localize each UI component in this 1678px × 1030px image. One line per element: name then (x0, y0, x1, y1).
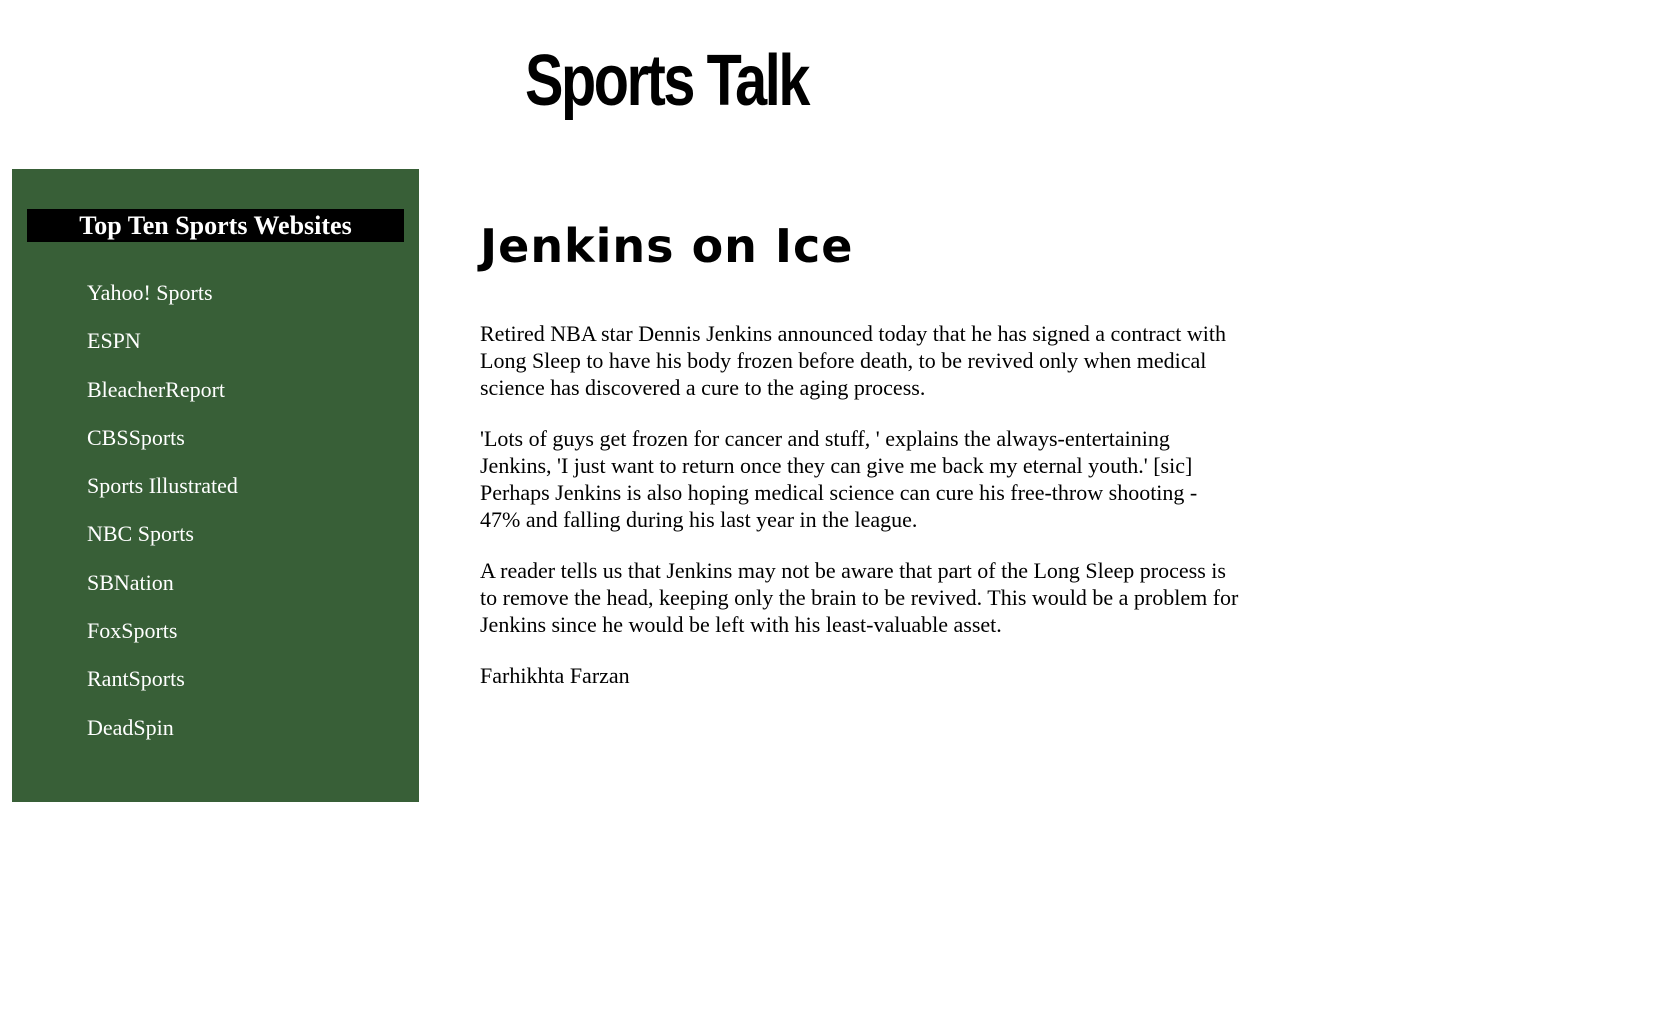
article-paragraph: A reader tells us that Jenkins may not b… (480, 558, 1239, 637)
sidebar-link-nbc-sports[interactable]: NBC Sports (12, 510, 238, 558)
site-title: Sports Talk (525, 41, 810, 121)
article-paragraph: Retired NBA star Dennis Jenkins announce… (480, 321, 1226, 400)
article-author: Farhikhta Farzan (480, 663, 630, 688)
sidebar-link-sbnation[interactable]: SBNation (12, 559, 238, 607)
sidebar-link-deadspin[interactable]: DeadSpin (12, 704, 238, 752)
sidebar-link-rantsports[interactable]: RantSports (12, 655, 238, 703)
sidebar-link-yahoo-sports[interactable]: Yahoo! Sports (12, 269, 238, 317)
article-title: Jenkins on Ice (480, 219, 854, 273)
sidebar-link-sports-illustrated[interactable]: Sports Illustrated (12, 462, 238, 510)
sidebar-link-espn[interactable]: ESPN (12, 317, 238, 365)
sidebar-links: Yahoo! Sports ESPN BleacherReport CBSSpo… (12, 269, 238, 752)
sidebar: Top Ten Sports Websites Yahoo! Sports ES… (12, 169, 419, 802)
article: Jenkins on Ice Retired NBA star Dennis J… (480, 210, 1240, 689)
sidebar-link-bleacherreport[interactable]: BleacherReport (12, 366, 238, 414)
sidebar-heading: Top Ten Sports Websites (27, 209, 404, 242)
article-paragraph: 'Lots of guys get frozen for cancer and … (480, 426, 1198, 532)
sidebar-link-foxsports[interactable]: FoxSports (12, 607, 238, 655)
sidebar-link-cbssports[interactable]: CBSSports (12, 414, 238, 462)
